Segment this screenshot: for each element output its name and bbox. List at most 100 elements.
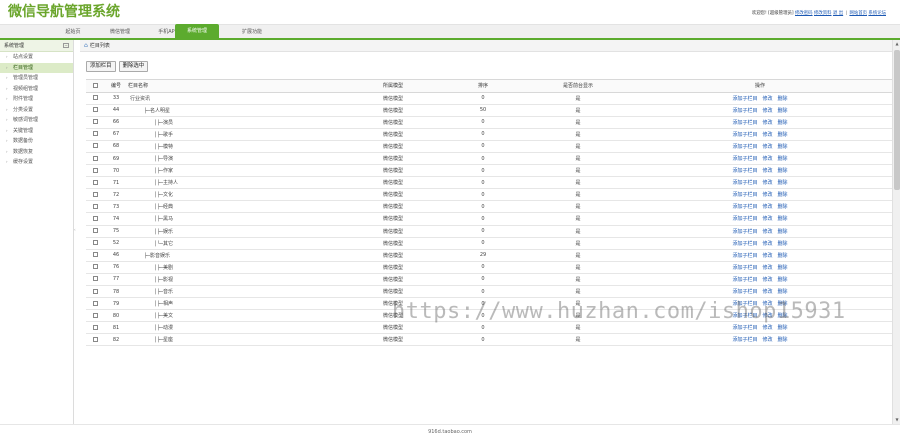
add-subcolumn-link[interactable]: 添加子栏目 [732,325,757,331]
sidebar-item[interactable]: › 管理员管理 [0,73,73,84]
logout-link[interactable]: 退 出 [833,11,843,16]
row-checkbox[interactable] [92,155,98,161]
row-select-cell[interactable] [86,297,104,311]
select-all-cell[interactable] [86,80,104,93]
row-select-cell[interactable] [86,212,104,226]
forum-link[interactable]: 系统论坛 [868,11,886,16]
delete-link[interactable]: 删除 [778,168,788,174]
site-home-link[interactable]: 网站首页 [849,11,867,16]
sidebar-item[interactable]: › 附件管理 [0,94,73,105]
scroll-up-icon[interactable]: ▲ [893,40,900,48]
delete-selected-button[interactable]: 删除选中 [118,61,149,72]
edit-profile-link[interactable]: 修改资料 [814,11,832,16]
delete-link[interactable]: 删除 [778,229,788,235]
delete-link[interactable]: 删除 [778,325,788,331]
edit-link[interactable]: 修改 [762,216,772,222]
row-checkbox[interactable] [92,252,98,258]
row-select-cell[interactable] [86,116,104,129]
row-select-cell[interactable] [86,140,104,153]
tab-start[interactable]: 起始页 [56,26,90,39]
edit-link[interactable]: 修改 [762,265,772,271]
sidebar-item[interactable]: › 数据备份 [0,136,73,147]
row-checkbox[interactable] [92,240,98,246]
row-checkbox[interactable] [92,336,98,342]
add-subcolumn-link[interactable]: 添加子栏目 [732,120,757,126]
add-subcolumn-link[interactable]: 添加子栏目 [732,156,757,162]
add-subcolumn-link[interactable]: 添加子栏目 [732,168,757,174]
delete-link[interactable]: 删除 [778,241,788,247]
row-select-cell[interactable] [86,225,104,238]
change-password-link[interactable]: 修改密码 [795,11,813,16]
row-select-cell[interactable] [86,164,104,178]
edit-link[interactable]: 修改 [762,241,772,247]
edit-link[interactable]: 修改 [762,289,772,295]
row-checkbox[interactable] [92,191,98,197]
edit-link[interactable]: 修改 [762,120,772,126]
delete-link[interactable]: 删除 [778,156,788,162]
row-checkbox[interactable] [92,95,98,101]
delete-link[interactable]: 删除 [778,301,788,307]
row-checkbox[interactable] [92,276,98,282]
edit-link[interactable]: 修改 [762,229,772,235]
delete-link[interactable]: 删除 [778,192,788,198]
delete-link[interactable]: 删除 [778,108,788,114]
add-subcolumn-link[interactable]: 添加子栏目 [732,132,757,138]
scrollbar-thumb[interactable] [894,50,900,190]
edit-link[interactable]: 修改 [762,325,772,331]
edit-link[interactable]: 修改 [762,108,772,114]
delete-link[interactable]: 删除 [778,216,788,222]
row-select-cell[interactable] [86,261,104,274]
add-subcolumn-link[interactable]: 添加子栏目 [732,277,757,283]
edit-link[interactable]: 修改 [762,180,772,186]
row-select-cell[interactable] [86,321,104,335]
add-subcolumn-link[interactable]: 添加子栏目 [732,265,757,271]
tab-wechat[interactable]: 微信管理 [100,26,140,39]
collapse-icon[interactable]: − [63,43,69,48]
delete-link[interactable]: 删除 [778,265,788,271]
sidebar-item[interactable]: › 分类设置 [0,105,73,116]
row-checkbox[interactable] [92,119,98,125]
row-checkbox[interactable] [92,228,98,234]
row-checkbox[interactable] [92,264,98,270]
delete-link[interactable]: 删除 [778,96,788,102]
add-subcolumn-link[interactable]: 添加子栏目 [732,229,757,235]
edit-link[interactable]: 修改 [762,337,772,343]
row-select-cell[interactable] [86,176,104,190]
delete-link[interactable]: 删除 [778,277,788,283]
row-checkbox[interactable] [92,107,98,113]
tab-extensions[interactable]: 扩展功能 [230,26,274,39]
edit-link[interactable]: 修改 [762,204,772,210]
add-subcolumn-link[interactable]: 添加子栏目 [732,204,757,210]
vertical-scrollbar[interactable]: ▲ ▼ [892,40,900,424]
row-checkbox[interactable] [92,143,98,149]
add-subcolumn-link[interactable]: 添加子栏目 [732,289,757,295]
delete-link[interactable]: 删除 [778,144,788,150]
row-select-cell[interactable] [86,237,104,250]
edit-link[interactable]: 修改 [762,192,772,198]
sidebar-item[interactable]: › 关键管理 [0,126,73,137]
splitter-arrow-icon[interactable]: ‹ [74,225,78,235]
add-subcolumn-link[interactable]: 添加子栏目 [732,301,757,307]
row-checkbox[interactable] [92,179,98,185]
row-checkbox[interactable] [92,324,98,330]
row-select-cell[interactable] [86,152,104,166]
row-select-cell[interactable] [86,188,104,202]
sidebar-item[interactable]: › 敏感词管理 [0,115,73,126]
select-all-checkbox[interactable] [92,82,98,88]
edit-link[interactable]: 修改 [762,132,772,138]
delete-link[interactable]: 删除 [778,204,788,210]
delete-link[interactable]: 删除 [778,180,788,186]
edit-link[interactable]: 修改 [762,253,772,259]
sidebar-item[interactable]: › 栏目管理 [0,62,73,73]
edit-link[interactable]: 修改 [762,156,772,162]
edit-link[interactable]: 修改 [762,313,772,319]
row-select-cell[interactable] [86,273,104,287]
delete-link[interactable]: 删除 [778,313,788,319]
edit-link[interactable]: 修改 [762,277,772,283]
delete-link[interactable]: 删除 [778,120,788,126]
delete-link[interactable]: 删除 [778,337,788,343]
add-subcolumn-link[interactable]: 添加子栏目 [732,253,757,259]
add-subcolumn-link[interactable]: 添加子栏目 [732,216,757,222]
add-subcolumn-link[interactable]: 添加子栏目 [732,108,757,114]
delete-link[interactable]: 删除 [778,132,788,138]
